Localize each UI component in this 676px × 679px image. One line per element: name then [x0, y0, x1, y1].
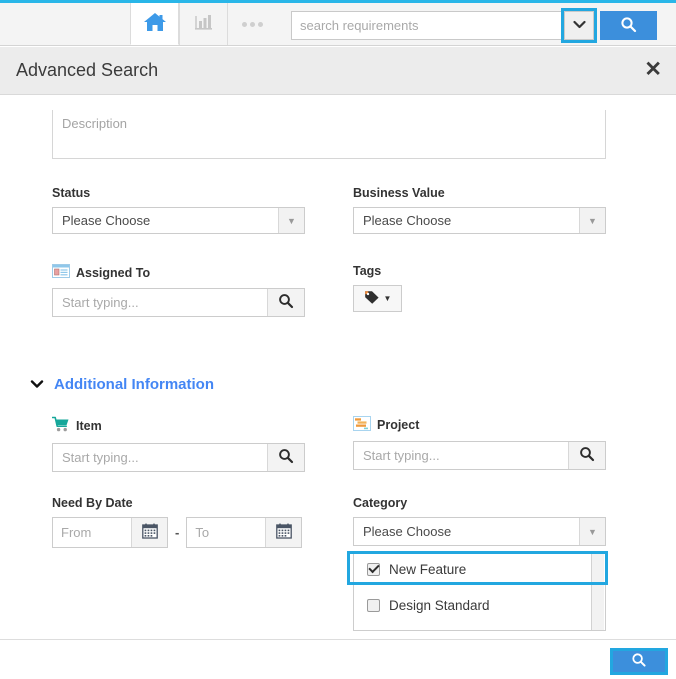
item-input[interactable] [53, 444, 267, 471]
description-placeholder: Description [62, 116, 128, 131]
search-icon [579, 446, 595, 465]
vcard-icon [52, 264, 70, 281]
assigned-to-input[interactable] [53, 289, 267, 316]
need-by-date-from-calendar-button[interactable] [131, 518, 167, 547]
need-by-date-label: Need By Date [52, 496, 302, 510]
tag-icon [364, 290, 380, 308]
need-by-date-from [52, 517, 168, 548]
app-toolbar [0, 3, 676, 46]
category-select-value: Please Choose [363, 524, 452, 539]
business-value-label: Business Value [353, 186, 606, 200]
need-by-date-field-group: Need By Date From - To [52, 496, 303, 548]
business-value-field-group: Business Value Please Choose ▼ [353, 186, 606, 234]
business-value-select-value: Please Choose [363, 213, 452, 228]
assigned-to-label-text: Assigned To [76, 265, 151, 280]
category-option-label: Design Standard [389, 597, 490, 613]
search-input[interactable] [291, 11, 561, 40]
footer-search-highlight [610, 648, 668, 675]
checkbox-checked-icon[interactable] [367, 562, 380, 576]
assigned-to-search-button[interactable] [267, 289, 304, 316]
checkbox-unchecked-icon[interactable] [367, 598, 380, 612]
project-label-text: Project [377, 418, 420, 432]
search-icon [620, 16, 637, 36]
assigned-to-typeahead [52, 288, 305, 317]
category-option-design-standard[interactable]: Design Standard [354, 587, 605, 623]
search-icon [278, 448, 294, 467]
status-label: Status [52, 186, 305, 200]
additional-information-title: Additional Information [54, 376, 214, 393]
search-dropdown-toggle[interactable] [564, 11, 594, 40]
date-range-separator: - [175, 525, 180, 540]
shopping-cart-icon [51, 416, 70, 436]
category-dropdown-panel: New Feature Design Standard [353, 551, 606, 631]
business-value-label-text: Business Value [353, 186, 445, 200]
chevron-down-icon [572, 20, 586, 32]
calendar-icon [141, 523, 158, 542]
search-icon [278, 293, 294, 312]
project-label: Project [353, 416, 606, 434]
category-label: Category [353, 496, 606, 510]
project-search-button[interactable] [568, 442, 605, 469]
global-search-submit-button[interactable] [600, 11, 657, 40]
modal-footer [0, 639, 676, 679]
category-select[interactable]: Please Choose ▼ [353, 517, 606, 546]
category-label-text: Category [353, 496, 408, 510]
need-by-date-to-calendar-button[interactable] [265, 518, 302, 547]
tags-field-group: Tags ▼ [353, 264, 402, 312]
gantt-chart-icon [353, 416, 371, 434]
status-label-text: Status [52, 186, 91, 200]
tags-button[interactable]: ▼ [353, 285, 402, 312]
item-field-group: Item [51, 416, 305, 472]
reports-button[interactable] [179, 3, 228, 45]
project-input[interactable] [354, 442, 568, 469]
category-field-group: Category Please Choose ▼ [353, 496, 606, 546]
category-dropdown-scrollbar[interactable] [591, 552, 604, 630]
category-option-new-feature[interactable]: New Feature [354, 551, 605, 587]
ellipsis-icon [242, 21, 263, 27]
category-option-label: New Feature [389, 561, 467, 577]
need-by-date-label-text: Need By Date [52, 496, 133, 510]
advanced-search-submit-button[interactable] [613, 651, 665, 672]
more-options-button[interactable] [228, 3, 277, 45]
triangle-down-icon: ▼ [579, 208, 605, 233]
project-field-group: Project [353, 416, 606, 470]
home-button[interactable] [130, 3, 179, 45]
toolbar-nav-group [130, 3, 277, 45]
tags-label-text: Tags [353, 264, 382, 278]
close-icon[interactable]: ✕ [644, 57, 662, 83]
bar-chart-icon [193, 13, 215, 36]
calendar-icon [275, 523, 292, 542]
need-by-date-range: - [52, 517, 303, 548]
need-by-date-to-input[interactable] [187, 518, 266, 547]
search-dropdown-toggle-highlight [561, 8, 597, 43]
additional-information-section-header[interactable]: Additional Information [30, 376, 214, 393]
modal-header: Advanced Search ✕ [0, 47, 676, 95]
triangle-down-icon: ▼ [383, 294, 392, 303]
assigned-to-field-group: Assigned To [52, 264, 305, 317]
description-field[interactable]: Description [52, 110, 606, 159]
status-select-value: Please Choose [62, 213, 151, 228]
item-typeahead [52, 443, 305, 472]
project-typeahead [353, 441, 606, 470]
global-search-group [291, 8, 657, 43]
home-icon [143, 11, 167, 36]
need-by-date-from-input[interactable] [53, 518, 131, 547]
item-label: Item [51, 416, 305, 436]
tags-label: Tags [353, 264, 402, 278]
need-by-date-to [186, 517, 303, 548]
item-search-button[interactable] [267, 444, 304, 471]
status-field-group: Status Please Choose ▼ [52, 186, 305, 234]
triangle-down-icon: ▼ [278, 208, 304, 233]
page-title: Advanced Search [16, 60, 159, 80]
triangle-down-icon: ▼ [579, 518, 605, 545]
assigned-to-label: Assigned To [52, 264, 305, 281]
item-label-text: Item [76, 419, 102, 433]
advanced-search-screen: Advanced Search ✕ Description Status Ple… [0, 0, 676, 679]
chevron-down-icon [30, 378, 44, 391]
search-icon [631, 652, 647, 671]
status-select[interactable]: Please Choose ▼ [52, 207, 305, 234]
business-value-select[interactable]: Please Choose ▼ [353, 207, 606, 234]
